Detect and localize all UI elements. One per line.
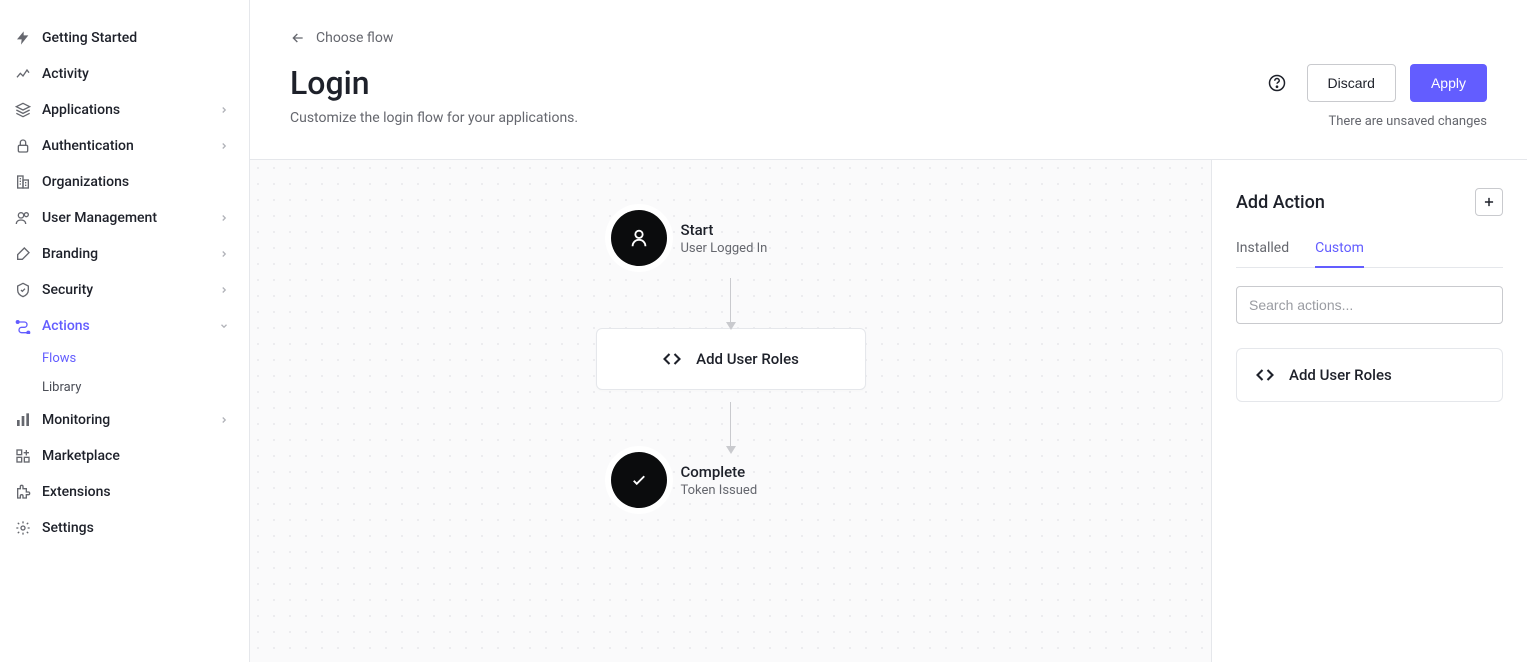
chevron-right-icon [217,211,231,225]
flow-connector [730,278,732,324]
canvas-wrapper: Start User Logged In Add User Roles [250,159,1527,662]
sidebar-subitem-library[interactable]: Library [0,373,249,402]
help-button[interactable] [1261,67,1293,99]
sidebar-item-label: Authentication [42,138,134,154]
brush-icon [14,245,32,263]
stack-icon [14,101,32,119]
flow-node-start[interactable]: Start User Logged In [611,210,851,266]
main: Choose flow Login Customize the login fl… [250,0,1527,662]
search-actions-input[interactable] [1236,286,1503,324]
lock-icon [14,137,32,155]
flow-connector [730,402,732,448]
flow-node-complete[interactable]: Complete Token Issued [611,452,851,508]
sidebar-subitem-flows[interactable]: Flows [0,344,249,373]
code-icon [1255,365,1275,385]
plus-icon [1482,195,1496,209]
chevron-right-icon [217,139,231,153]
activity-icon [14,65,32,83]
check-icon [611,452,667,508]
sidebar-item-security[interactable]: Security [0,272,249,308]
tab-custom[interactable]: Custom [1315,240,1364,268]
flow-icon [14,317,32,335]
building-icon [14,173,32,191]
sidebar-item-settings[interactable]: Settings [0,510,249,546]
breadcrumb-back[interactable]: Choose flow [290,30,1487,46]
chevron-down-icon [217,319,231,333]
action-list-item[interactable]: Add User Roles [1236,348,1503,402]
sidebar-item-marketplace[interactable]: Marketplace [0,438,249,474]
flow-action-card[interactable]: Add User Roles [596,328,866,390]
puzzle-icon [14,483,32,501]
flow-complete-subtitle: Token Issued [681,483,758,498]
sidebar-item-monitoring[interactable]: Monitoring [0,402,249,438]
sidebar-item-actions[interactable]: Actions [0,308,249,344]
flow-start-subtitle: User Logged In [681,241,768,256]
sidebar-item-label: Security [42,282,93,298]
sidebar-item-label: Applications [42,102,120,118]
flow-canvas[interactable]: Start User Logged In Add User Roles [250,160,1211,662]
flow-complete-title: Complete [681,463,758,481]
help-icon [1268,74,1286,92]
page-title: Login [290,64,1261,102]
shield-check-icon [14,281,32,299]
sidebar-item-applications[interactable]: Applications [0,92,249,128]
sidebar-item-authentication[interactable]: Authentication [0,128,249,164]
sidebar-item-extensions[interactable]: Extensions [0,474,249,510]
sidebar-item-label: Branding [42,246,98,262]
discard-button[interactable]: Discard [1307,64,1396,102]
sidebar-item-label: User Management [42,210,157,226]
sidebar-item-branding[interactable]: Branding [0,236,249,272]
chevron-right-icon [217,247,231,261]
arrow-left-icon [290,30,306,46]
unsaved-changes-message: There are unsaved changes [1328,114,1487,129]
gear-icon [14,519,32,537]
right-panel-tabs: Installed Custom [1236,240,1503,268]
chevron-right-icon [217,413,231,427]
bars-icon [14,411,32,429]
sidebar-item-label: Activity [42,66,89,82]
code-icon [662,349,682,369]
sidebar-item-user-management[interactable]: User Management [0,200,249,236]
sidebar-item-label: Extensions [42,484,111,500]
breadcrumb-label: Choose flow [316,30,393,46]
flow-diagram: Start User Logged In Add User Roles [596,210,866,508]
right-panel: Add Action Installed Custom Add User Rol… [1211,160,1527,662]
page-subtitle: Customize the login flow for your applic… [290,110,1261,126]
apply-button[interactable]: Apply [1410,64,1487,102]
sidebar-item-label: Getting Started [42,30,137,46]
sidebar-subitem-label: Library [42,380,81,395]
bolt-icon [14,29,32,47]
chevron-right-icon [217,283,231,297]
grid-plus-icon [14,447,32,465]
sidebar-item-label: Organizations [42,174,129,190]
header: Choose flow Login Customize the login fl… [250,0,1527,159]
add-action-button[interactable] [1475,188,1503,216]
right-panel-title: Add Action [1236,192,1325,213]
user-icon [611,210,667,266]
sidebar-subitem-label: Flows [42,351,76,366]
sidebar-item-organizations[interactable]: Organizations [0,164,249,200]
sidebar-item-label: Actions [42,318,90,334]
users-icon [14,209,32,227]
sidebar: Getting Started Activity Applications Au… [0,0,250,662]
sidebar-item-label: Settings [42,520,94,536]
chevron-right-icon [217,103,231,117]
tab-installed[interactable]: Installed [1236,240,1289,267]
flow-start-title: Start [681,221,768,239]
flow-action-title: Add User Roles [696,350,799,368]
sidebar-item-activity[interactable]: Activity [0,56,249,92]
action-list-item-label: Add User Roles [1289,366,1392,384]
sidebar-item-getting-started[interactable]: Getting Started [0,20,249,56]
sidebar-item-label: Marketplace [42,448,120,464]
sidebar-item-label: Monitoring [42,412,110,428]
